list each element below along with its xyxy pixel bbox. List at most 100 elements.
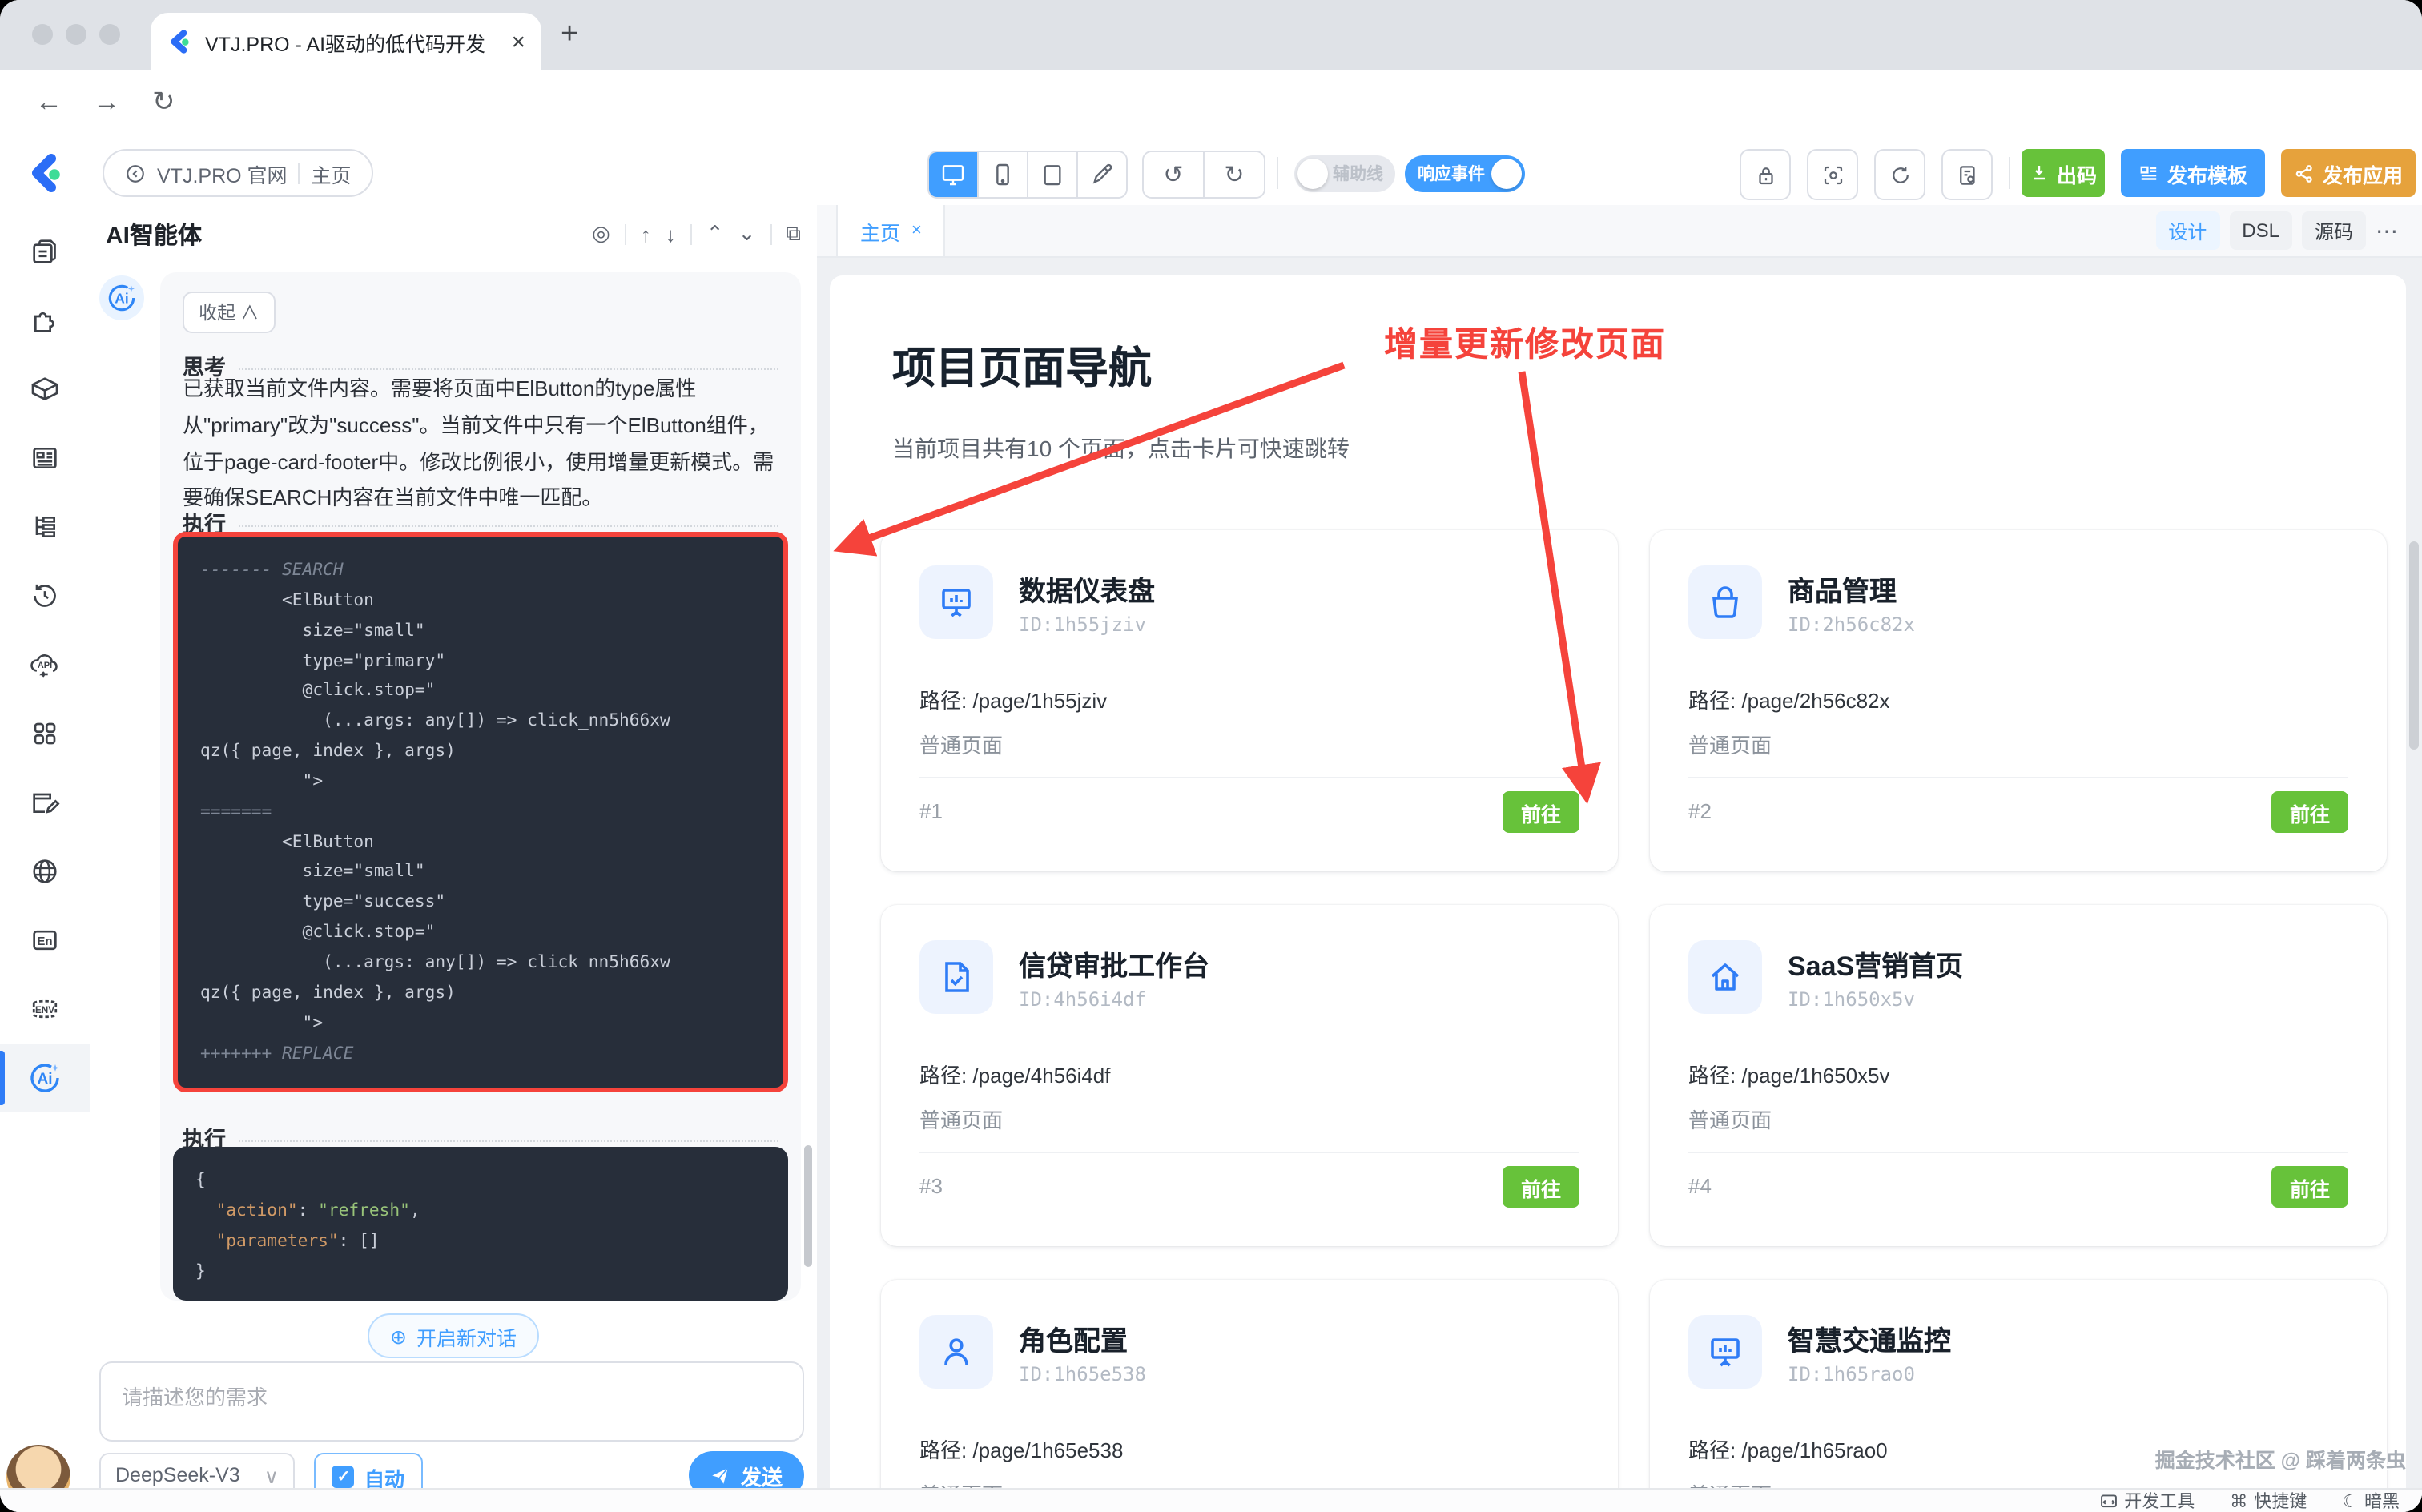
presentation-board-icon: [919, 565, 993, 639]
publish-app-button[interactable]: 发布应用: [2281, 149, 2416, 197]
prompt-input[interactable]: 请描述您的需求: [99, 1361, 804, 1442]
lock-icon[interactable]: [1740, 149, 1791, 200]
goto-button[interactable]: 前往: [2271, 1166, 2348, 1208]
more-modes-icon[interactable]: ⋯: [2376, 217, 2400, 244]
presentation-board-icon: [1688, 1315, 1762, 1389]
official-site-label[interactable]: VTJ.PRO 官网: [157, 158, 288, 188]
json-code[interactable]: { "action": "refresh", "parameters": []}: [173, 1147, 788, 1301]
prompt-placeholder: 请描述您的需求: [122, 1381, 268, 1411]
export-code-button[interactable]: 出码: [2022, 149, 2105, 197]
shortcuts-item[interactable]: ⌘ 快捷键: [2230, 1488, 2307, 1512]
tab-close-icon[interactable]: ×: [911, 221, 922, 240]
device-phone-button[interactable]: [979, 152, 1028, 197]
page-card[interactable]: 数据仪表盘 ID:1h55jziv 路径: /page/1h55jziv 普通页…: [881, 530, 1618, 871]
collapse-button[interactable]: 收起 ∧: [183, 292, 275, 333]
chat-history-icon[interactable]: ⧉: [786, 221, 801, 247]
traffic-light-zoom[interactable]: [99, 24, 120, 45]
publish-app-label: 发布应用: [2323, 158, 2403, 188]
diff-code[interactable]: ------- SEARCH <ElButton size="small" ty…: [178, 537, 783, 1088]
page-card[interactable]: SaaS营销首页 ID:1h650x5v 路径: /page/1h650x5v …: [1650, 905, 2387, 1246]
json-code-block: { "action": "refresh", "parameters": []}: [173, 1147, 788, 1301]
divider: [1277, 157, 1278, 189]
api-icon[interactable]: API: [0, 631, 90, 698]
document-check-icon: [919, 940, 993, 1014]
think-text: 已获取当前文件内容。需要将页面中ElButton的type属性从"primary…: [183, 372, 782, 517]
pages-icon[interactable]: [0, 218, 90, 285]
preview-icon[interactable]: ◎: [592, 221, 610, 247]
page-card[interactable]: 角色配置 ID:1h65e538 路径: /page/1h65e538 普通页面…: [881, 1280, 1618, 1490]
layout-icon[interactable]: [0, 424, 90, 492]
diff-line: size="small": [200, 858, 761, 888]
left-sidebar: API En ENV Ai: [0, 205, 91, 1512]
notes-icon[interactable]: [0, 769, 90, 836]
dark-theme-label: 暗黑: [2364, 1488, 2400, 1512]
sidebar-item-ai-agent[interactable]: Ai: [0, 1044, 90, 1112]
publish-template-button[interactable]: 发布模板: [2121, 149, 2265, 197]
card-id: ID:2h56c82x: [1788, 613, 1915, 636]
diff-line: ">: [200, 1008, 761, 1039]
goto-button[interactable]: 前往: [1503, 791, 1579, 833]
apps-grid-icon[interactable]: [0, 700, 90, 767]
history-icon[interactable]: [0, 562, 90, 629]
shortcuts-label: 快捷键: [2254, 1488, 2307, 1512]
outline-tree-icon[interactable]: [0, 493, 90, 561]
mode-design-button[interactable]: 设计: [2155, 211, 2219, 250]
events-toggle[interactable]: 响应事件: [1405, 155, 1525, 192]
sync-icon[interactable]: [1874, 149, 1925, 200]
send-label: 发送: [741, 1460, 783, 1490]
card-type: 普通页面: [919, 1104, 1003, 1134]
back-icon[interactable]: ←: [35, 86, 62, 119]
blocks-icon[interactable]: [0, 356, 90, 423]
diff-line: @click.stop=": [200, 918, 761, 948]
diff-line: (...args: any[]) => click_nn5h66xw: [200, 706, 761, 737]
components-icon[interactable]: [0, 287, 90, 354]
canvas-scrollbar[interactable]: [2409, 541, 2419, 750]
page-card[interactable]: 商品管理 ID:2h56c82x 路径: /page/2h56c82x 普通页面…: [1650, 530, 2387, 871]
lang-en-icon[interactable]: En: [0, 907, 90, 974]
official-site-link[interactable]: VTJ.PRO 官网 主页: [103, 149, 374, 197]
goto-button[interactable]: 前往: [1503, 1166, 1579, 1208]
page-tab-home[interactable]: 主页 ×: [836, 205, 946, 256]
card-index: #4: [1688, 1174, 1712, 1198]
scroll-bottom-icon[interactable]: ↓: [666, 222, 676, 246]
dark-theme-item[interactable]: ☾ 暗黑: [2342, 1488, 2400, 1512]
draft-edit-button[interactable]: [1078, 152, 1126, 197]
browser-tab[interactable]: VTJ.PRO - AI驱动的低代码开发 ×: [151, 13, 541, 70]
tab-close-icon[interactable]: ×: [511, 30, 525, 54]
card-title: 数据仪表盘: [1019, 569, 1155, 609]
traffic-light-close[interactable]: [32, 24, 53, 45]
next-message-icon[interactable]: ⌄: [738, 221, 756, 247]
annotation-text: 增量更新修改页面: [1384, 319, 1666, 367]
traffic-light-minimize[interactable]: [66, 24, 86, 45]
ai-panel-scrollbar[interactable]: [804, 1145, 812, 1267]
diff-line: @click.stop=": [200, 677, 761, 707]
capture-icon[interactable]: [1807, 149, 1858, 200]
i18n-globe-icon[interactable]: [0, 838, 90, 905]
mode-dsl-button[interactable]: DSL: [2229, 211, 2292, 250]
device-desktop-button[interactable]: [929, 152, 979, 197]
undo-icon[interactable]: ↺: [1144, 152, 1205, 197]
new-chat-button[interactable]: ⊕ 开启新对话: [368, 1313, 539, 1358]
new-tab-button[interactable]: +: [561, 18, 578, 53]
mode-source-button[interactable]: 源码: [2302, 211, 2366, 250]
home-link-label[interactable]: 主页: [312, 158, 352, 188]
prev-message-icon[interactable]: ⌃: [706, 221, 724, 247]
device-tablet-button[interactable]: [1028, 152, 1078, 197]
page-card[interactable]: 信贷审批工作台 ID:4h56i4df 路径: /page/4h56i4df 普…: [881, 905, 1618, 1246]
project-config-icon[interactable]: [1941, 149, 1993, 200]
diff-line: size="small": [200, 616, 761, 646]
guides-toggle[interactable]: 辅助线: [1294, 155, 1394, 192]
scroll-top-icon[interactable]: ↑: [641, 222, 651, 246]
chat-plus-icon: ⊕: [390, 1324, 407, 1348]
env-icon[interactable]: ENV: [0, 975, 90, 1043]
redo-icon[interactable]: ↻: [1205, 152, 1264, 197]
devtools-item[interactable]: 开发工具: [2100, 1488, 2195, 1512]
page-content: 项目页面导航 当前项目共有10 个页面，点击卡片可快速跳转 数据仪表盘 ID:1…: [830, 275, 2406, 1490]
page-subtitle: 当前项目共有10 个页面，点击卡片可快速跳转: [892, 432, 1350, 464]
goto-button[interactable]: 前往: [2271, 791, 2348, 833]
page-tabbar: 主页 × 设计 DSL 源码 ⋯: [817, 205, 2422, 258]
card-index: #2: [1688, 799, 1712, 823]
page-title: 项目页面导航: [892, 333, 1152, 396]
forward-icon[interactable]: →: [93, 86, 120, 119]
reload-icon[interactable]: ↻: [152, 86, 175, 119]
